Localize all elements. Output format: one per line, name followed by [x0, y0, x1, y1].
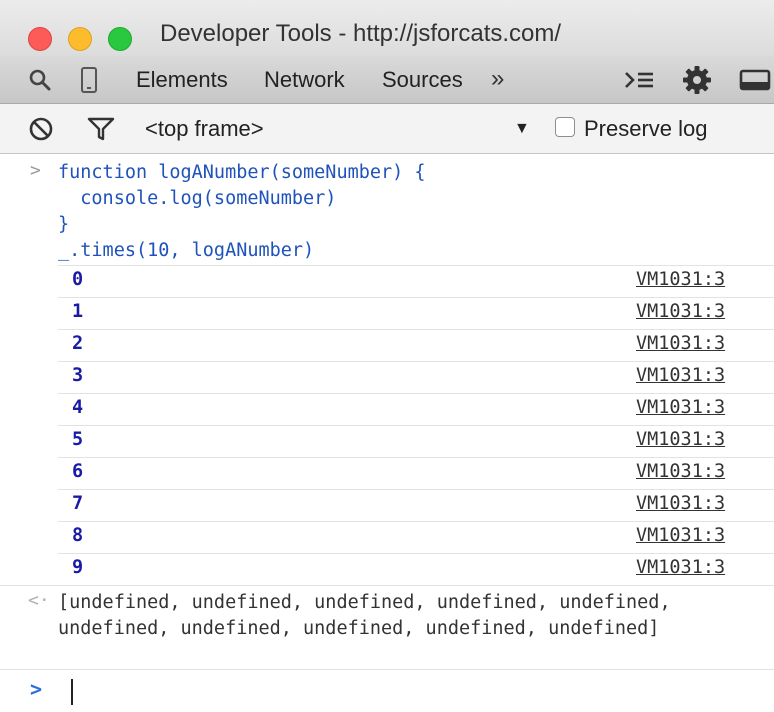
- log-row: 6 VM1031:3: [58, 457, 774, 489]
- window-title: Developer Tools - http://jsforcats.com/: [160, 20, 562, 47]
- frame-select[interactable]: <top frame>: [145, 116, 264, 142]
- zoom-window-button[interactable]: [108, 27, 132, 51]
- log-source-link[interactable]: VM1031:3: [636, 493, 725, 514]
- input-prompt-icon: >: [30, 160, 41, 181]
- log-source-link[interactable]: VM1031:3: [636, 461, 725, 482]
- code-line: _.times(10, logANumber): [58, 240, 315, 261]
- console-input-row: >: [0, 669, 774, 712]
- log-source-link[interactable]: VM1031:3: [636, 525, 725, 546]
- log-value: 0: [72, 269, 84, 290]
- log-value: 1: [72, 301, 84, 322]
- more-tabs-button[interactable]: »: [491, 65, 504, 93]
- result-prompt-icon: <·: [28, 590, 50, 611]
- log-value: 9: [72, 557, 84, 578]
- log-row: 8 VM1031:3: [58, 521, 774, 553]
- devtools-window: Developer Tools - http://jsforcats.com/ …: [0, 0, 774, 712]
- log-source-link[interactable]: VM1031:3: [636, 365, 725, 386]
- device-mode-icon[interactable]: [78, 56, 100, 104]
- title-bar: Developer Tools - http://jsforcats.com/: [0, 0, 774, 56]
- panel-toolbar: Elements Network Sources »: [0, 56, 774, 104]
- log-source-link[interactable]: VM1031:3: [636, 301, 725, 322]
- code-line: }: [58, 214, 70, 235]
- log-row: 2 VM1031:3: [58, 329, 774, 361]
- clear-console-icon[interactable]: [26, 104, 56, 154]
- log-source-link[interactable]: VM1031:3: [636, 429, 725, 450]
- log-source-link[interactable]: VM1031:3: [636, 269, 725, 290]
- log-source-link[interactable]: VM1031:3: [636, 397, 725, 418]
- preserve-log-label[interactable]: Preserve log: [584, 116, 708, 142]
- log-value: 6: [72, 461, 84, 482]
- tab-network[interactable]: Network: [264, 67, 345, 93]
- result-row: <· [undefined, undefined, undefined, und…: [0, 585, 774, 657]
- log-row: 1 VM1031:3: [58, 297, 774, 329]
- result-value: [undefined, undefined, undefined, undefi…: [58, 592, 671, 639]
- search-icon[interactable]: [26, 56, 54, 104]
- input-prompt-icon: >: [30, 677, 43, 701]
- log-value: 4: [72, 397, 84, 418]
- log-row: 5 VM1031:3: [58, 425, 774, 457]
- close-window-button[interactable]: [28, 27, 52, 51]
- code-line: function logANumber(someNumber) {: [58, 162, 426, 183]
- log-value: 8: [72, 525, 84, 546]
- log-value: 2: [72, 333, 84, 354]
- preserve-log-checkbox[interactable]: [555, 117, 575, 137]
- log-row: 0 VM1031:3: [58, 265, 774, 297]
- log-source-link[interactable]: VM1031:3: [636, 557, 725, 578]
- log-row: 7 VM1031:3: [58, 489, 774, 521]
- log-row: 4 VM1031:3: [58, 393, 774, 425]
- dock-icon[interactable]: [736, 56, 774, 104]
- log-row: 9 VM1031:3: [58, 553, 774, 585]
- tab-elements[interactable]: Elements: [136, 67, 228, 93]
- log-row: 3 VM1031:3: [58, 361, 774, 393]
- chevron-down-icon[interactable]: ▼: [514, 120, 530, 138]
- console-drawer-icon[interactable]: [622, 56, 656, 104]
- gear-icon[interactable]: [680, 56, 714, 104]
- log-value: 7: [72, 493, 84, 514]
- log-value: 3: [72, 365, 84, 386]
- log-value: 5: [72, 429, 84, 450]
- tab-sources[interactable]: Sources: [382, 67, 463, 93]
- minimize-window-button[interactable]: [68, 27, 92, 51]
- entered-code: function logANumber(someNumber) { consol…: [58, 160, 426, 264]
- console-panel: > function logANumber(someNumber) { cons…: [0, 154, 774, 712]
- code-line: console.log(someNumber): [58, 188, 337, 209]
- text-caret: [71, 679, 73, 705]
- filter-icon[interactable]: [86, 104, 116, 154]
- console-input[interactable]: [60, 674, 740, 704]
- log-source-link[interactable]: VM1031:3: [636, 333, 725, 354]
